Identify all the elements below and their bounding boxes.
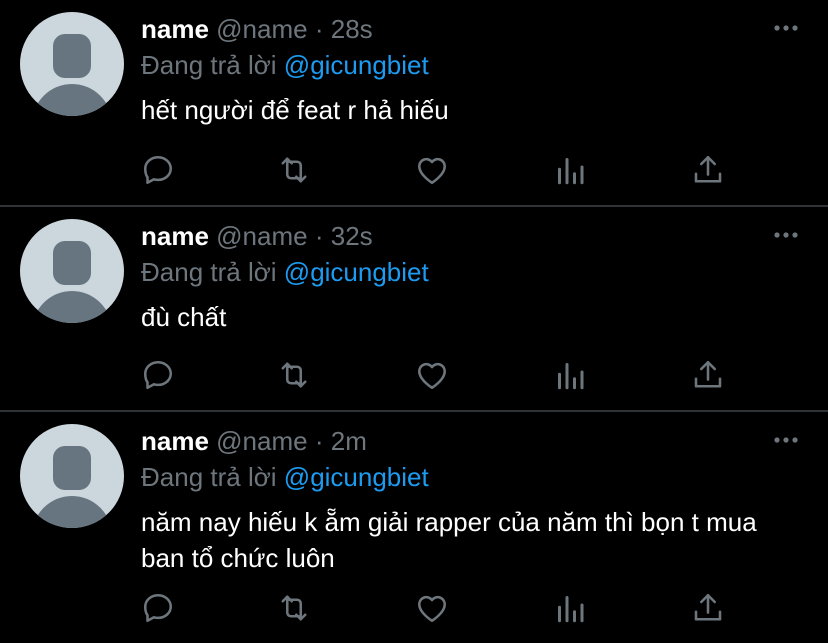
tweet-header: name @name · 32s: [141, 219, 373, 253]
avatar-head-shape: [53, 34, 91, 78]
timestamp[interactable]: 2m: [331, 426, 367, 456]
share-icon[interactable]: [690, 152, 726, 188]
avatar[interactable]: [20, 12, 124, 116]
analytics-icon[interactable]: [552, 590, 588, 626]
replying-to-label: Đang trả lời: [141, 462, 277, 492]
avatar-head-shape: [53, 241, 91, 285]
separator-dot: ·: [314, 221, 324, 251]
reply-mention-link[interactable]: @gicungbiet: [284, 257, 429, 287]
avatar[interactable]: [20, 219, 124, 323]
separator-dot: ·: [314, 426, 324, 456]
user-handle[interactable]: @name: [216, 426, 307, 456]
tweet-header: name @name · 28s: [141, 12, 373, 46]
separator-dot: ·: [314, 14, 324, 44]
like-heart-icon[interactable]: [414, 357, 450, 393]
tweet-text: đù chất: [141, 302, 227, 332]
replying-to-line: Đang trả lời @gicungbiet: [141, 460, 429, 494]
display-name[interactable]: name: [141, 14, 209, 44]
tweet[interactable]: name @name · 2m Đang trả lời @gicungbiet…: [0, 412, 828, 643]
more-horizontal-icon[interactable]: [772, 14, 800, 42]
retweet-icon[interactable]: [276, 152, 312, 188]
like-heart-icon[interactable]: [414, 152, 450, 188]
user-handle[interactable]: @name: [216, 14, 307, 44]
tweet-header: name @name · 2m: [141, 424, 367, 458]
analytics-icon[interactable]: [552, 152, 588, 188]
reply-icon[interactable]: [140, 590, 176, 626]
avatar-body-shape: [32, 496, 112, 528]
reply-mention-link[interactable]: @gicungbiet: [284, 462, 429, 492]
timestamp[interactable]: 28s: [331, 14, 373, 44]
replying-to-line: Đang trả lời @gicungbiet: [141, 255, 429, 289]
share-icon[interactable]: [690, 590, 726, 626]
avatar-head-shape: [53, 446, 91, 490]
like-heart-icon[interactable]: [414, 590, 450, 626]
reply-icon[interactable]: [140, 152, 176, 188]
tweet-feed: name @name · 28s Đang trả lời @gicungbie…: [0, 0, 828, 643]
tweet-text: hết người để feat r hả hiếu: [141, 95, 449, 125]
share-icon[interactable]: [690, 357, 726, 393]
retweet-icon[interactable]: [276, 357, 312, 393]
tweet-text: năm nay hiếu k ẵm giải rapper của năm th…: [141, 507, 757, 573]
more-horizontal-icon[interactable]: [772, 221, 800, 249]
avatar-body-shape: [32, 291, 112, 323]
tweet[interactable]: name @name · 28s Đang trả lời @gicungbie…: [0, 0, 828, 205]
reply-mention-link[interactable]: @gicungbiet: [284, 50, 429, 80]
replying-to-line: Đang trả lời @gicungbiet: [141, 48, 429, 82]
replying-to-label: Đang trả lời: [141, 50, 277, 80]
tweet-actions: [140, 357, 740, 393]
replying-to-label: Đang trả lời: [141, 257, 277, 287]
analytics-icon[interactable]: [552, 357, 588, 393]
tweet-actions: [140, 590, 740, 626]
display-name[interactable]: name: [141, 426, 209, 456]
avatar[interactable]: [20, 424, 124, 528]
reply-icon[interactable]: [140, 357, 176, 393]
avatar-body-shape: [32, 84, 112, 116]
tweet[interactable]: name @name · 32s Đang trả lời @gicungbie…: [0, 207, 828, 410]
retweet-icon[interactable]: [276, 590, 312, 626]
more-horizontal-icon[interactable]: [772, 426, 800, 454]
user-handle[interactable]: @name: [216, 221, 307, 251]
tweet-actions: [140, 152, 740, 188]
timestamp[interactable]: 32s: [331, 221, 373, 251]
display-name[interactable]: name: [141, 221, 209, 251]
